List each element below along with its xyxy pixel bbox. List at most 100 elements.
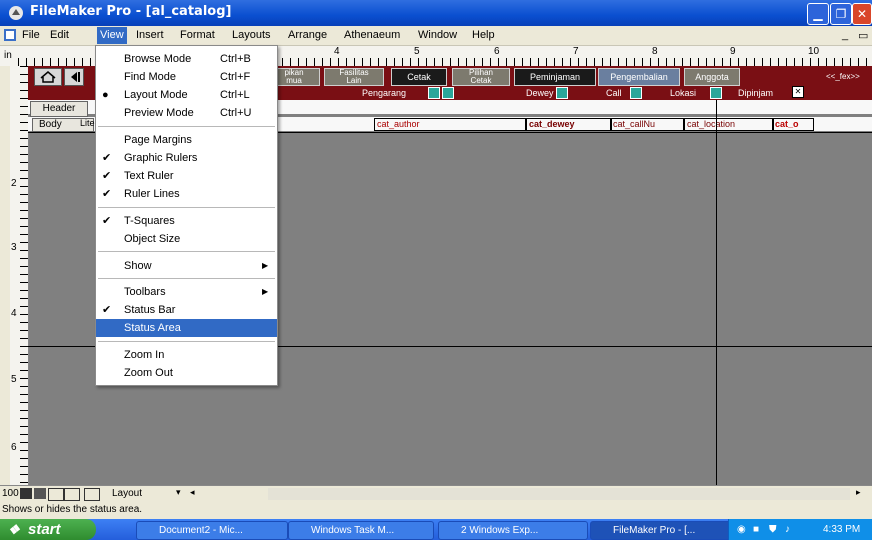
t-square-vertical[interactable] xyxy=(716,100,717,486)
task-task-manager[interactable]: Windows Task M... xyxy=(288,521,434,540)
menu-item-shortcut: Ctrl+B xyxy=(220,53,251,65)
menu-item-status-area[interactable]: Status Area xyxy=(96,319,277,337)
home-icon[interactable] xyxy=(34,68,62,86)
menu-item-graphic-rulers[interactable]: ✔ Graphic Rulers xyxy=(96,149,277,167)
zoom-out-icon[interactable] xyxy=(20,488,32,499)
menu-edit[interactable]: Edit xyxy=(50,29,69,41)
doc-minimize-button[interactable]: _ xyxy=(842,29,848,41)
sort-label-pengarang: Pengarang xyxy=(362,88,407,98)
menu-item-status-bar[interactable]: ✔ Status Bar xyxy=(96,301,277,319)
nav-button-label: Pengembalian xyxy=(610,72,668,82)
ruler-number: 10 xyxy=(808,46,820,57)
field-cat-dewey[interactable]: cat_dewey xyxy=(526,118,612,131)
sort-up-icon[interactable] xyxy=(710,87,722,99)
nav-button-fasilitas[interactable]: Fasilitas Lain xyxy=(324,68,384,86)
tray-app-icon[interactable]: ■ xyxy=(753,519,759,540)
doc-restore-button[interactable]: ▭ xyxy=(858,29,868,42)
nav-button-pengembalian[interactable]: Pengembalian xyxy=(598,68,680,86)
mode-dropdown-arrow-icon[interactable]: ▾ xyxy=(176,487,181,498)
status-text: Shows or hides the status area. xyxy=(2,504,143,515)
close-button[interactable]: ✕ xyxy=(852,3,872,25)
task-filemaker[interactable]: FileMaker Pro - [... xyxy=(590,521,736,540)
menu-item-label: Page Margins xyxy=(124,134,192,146)
menu-item-text-ruler[interactable]: ✔ Text Ruler xyxy=(96,167,277,185)
menu-arrange[interactable]: Arrange xyxy=(288,29,327,41)
menu-item-preview-mode[interactable]: Preview Mode Ctrl+U xyxy=(96,104,277,122)
nav-button-label: Fasilitas Lain xyxy=(339,68,369,85)
nav-button-pilihan-cetak[interactable]: Pilihan Cetak xyxy=(452,68,510,86)
menu-item-zoom-in[interactable]: Zoom In xyxy=(96,346,277,364)
menu-item-zoom-out[interactable]: Zoom Out xyxy=(96,364,277,382)
menu-insert[interactable]: Insert xyxy=(136,29,164,41)
task-word-document[interactable]: Document2 - Mic... xyxy=(136,521,288,540)
menu-item-object-size[interactable]: Object Size xyxy=(96,230,277,248)
tray-volume-icon[interactable]: ♪ xyxy=(785,519,790,540)
menu-item-shortcut: Ctrl+L xyxy=(220,89,250,101)
part-label-header[interactable]: Header xyxy=(30,101,88,117)
nav-button-label: Peminjaman xyxy=(529,72,581,82)
status-area-toggle-icon[interactable] xyxy=(48,488,64,501)
menu-item-find-mode[interactable]: Find Mode Ctrl+F xyxy=(96,68,277,86)
sort-label-dewey: Dewey xyxy=(526,88,554,98)
menu-item-label: Status Area xyxy=(124,322,181,334)
task-windows-explorer[interactable]: 2 Windows Exp... xyxy=(438,521,588,540)
zoom-in-icon[interactable] xyxy=(34,488,46,499)
menu-item-page-margins[interactable]: Page Margins xyxy=(96,131,277,149)
checkmark-icon: ✔ xyxy=(102,188,112,200)
bullet-icon: ● xyxy=(102,89,109,101)
title-bar: FileMaker Pro - [al_catalog] ▁ ❐ ✕ xyxy=(0,0,872,26)
view-menu-dropdown: Browse Mode Ctrl+B Find Mode Ctrl+F ● Layou… xyxy=(95,45,278,386)
nav-button-cetak[interactable]: Cetak xyxy=(391,68,447,86)
sort-up-icon[interactable] xyxy=(428,87,440,99)
nav-button-peminjaman[interactable]: Peminjaman xyxy=(514,68,596,86)
menu-item-toolbars[interactable]: Toolbars ▶ xyxy=(96,283,277,301)
menu-item-t-squares[interactable]: ✔ T-Squares xyxy=(96,212,277,230)
nav-button-label: Cetak xyxy=(407,72,431,82)
menu-view[interactable]: View xyxy=(97,27,127,44)
menu-athenaeum[interactable]: Athenaeum xyxy=(344,29,400,41)
menu-item-label: Layout Mode xyxy=(124,89,188,101)
horizontal-scrollbar[interactable] xyxy=(268,488,850,500)
mode-icon[interactable] xyxy=(84,488,100,501)
menu-item-browse-mode[interactable]: Browse Mode Ctrl+B xyxy=(96,50,277,68)
menu-file[interactable]: File xyxy=(22,29,40,41)
field-cat-author[interactable]: cat_author xyxy=(374,118,526,131)
minimize-button[interactable]: ▁ xyxy=(807,3,829,25)
checkbox-icon[interactable]: ✕ xyxy=(792,86,804,98)
checkmark-icon: ✔ xyxy=(102,304,112,316)
page-view-icon[interactable] xyxy=(64,488,80,501)
scroll-right-icon[interactable]: ▸ xyxy=(856,487,861,498)
tray-network-icon[interactable]: ◉ xyxy=(737,519,746,540)
menu-item-label: Text Ruler xyxy=(124,170,174,182)
menu-help[interactable]: Help xyxy=(472,29,495,41)
merge-field-fex: <<_fex>> xyxy=(826,72,860,81)
menu-format[interactable]: Format xyxy=(180,29,215,41)
mode-selector[interactable]: Layout xyxy=(112,488,142,499)
field-cat-other[interactable]: cat_o xyxy=(772,118,814,131)
menu-window[interactable]: Window xyxy=(418,29,457,41)
sort-down-icon[interactable] xyxy=(442,87,454,99)
menu-item-layout-mode[interactable]: ● Layout Mode Ctrl+L xyxy=(96,86,277,104)
maximize-button[interactable]: ❐ xyxy=(830,3,852,25)
field-cat-callnumber[interactable]: cat_callNu xyxy=(610,118,684,131)
tray-security-icon[interactable]: ⛊ xyxy=(769,519,777,540)
menu-item-ruler-lines[interactable]: ✔ Ruler Lines xyxy=(96,185,277,203)
menu-layouts[interactable]: Layouts xyxy=(232,29,271,41)
start-button[interactable]: ❖ start xyxy=(0,519,96,540)
menu-item-show[interactable]: Show ▶ xyxy=(96,257,277,275)
sort-label-call: Call xyxy=(606,88,622,98)
sort-up-icon[interactable] xyxy=(556,87,568,99)
document-icon[interactable] xyxy=(3,28,17,42)
vertical-ruler: 2 3 4 5 6 xyxy=(10,66,29,486)
sort-up-icon[interactable] xyxy=(630,87,642,99)
menu-item-label: Object Size xyxy=(124,233,181,245)
sort-label-lokasi: Lokasi xyxy=(670,88,697,98)
menu-item-label: Toolbars xyxy=(124,286,166,298)
menu-item-label: Ruler Lines xyxy=(124,188,180,200)
back-icon[interactable] xyxy=(64,68,84,86)
field-cat-location[interactable]: cat_location xyxy=(684,118,774,131)
sort-label-dipinjam: Dipinjam xyxy=(738,88,774,98)
nav-button-anggota[interactable]: Anggota xyxy=(684,68,740,86)
scroll-left-icon[interactable]: ◂ xyxy=(190,487,195,498)
menu-bar: File Edit View Insert Format Layouts Arr… xyxy=(0,26,872,46)
